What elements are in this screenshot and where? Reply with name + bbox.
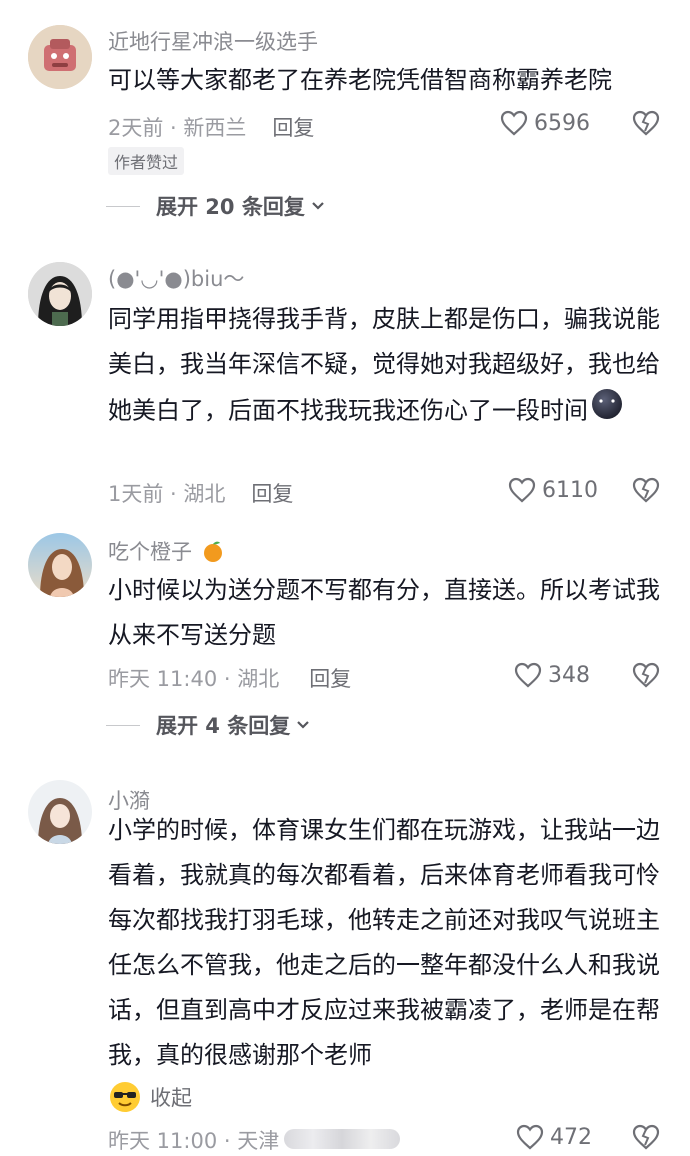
broken-heart-icon: [632, 1124, 660, 1150]
comment-item: 小漪 小学的时候，体育课女生们都在玩游戏，让我站一边看着，我就真的每次都看着，后…: [0, 0, 690, 1156]
collapse-button[interactable]: 收起: [108, 1080, 192, 1114]
like-button[interactable]: 472: [516, 1124, 592, 1150]
cool-sunglasses-emoji: [110, 1082, 140, 1112]
avatar[interactable]: [28, 780, 92, 844]
comment-meta: 昨天 11:00 · 天津: [108, 1125, 279, 1155]
time-location: 昨天 11:00 · 天津: [108, 1129, 280, 1153]
dislike-button[interactable]: [632, 1124, 660, 1154]
like-count: 472: [550, 1124, 592, 1150]
heart-icon: [516, 1124, 544, 1150]
comment-text: 小学的时候，体育课女生们都在玩游戏，让我站一边看着，我就真的每次都看着，后来体育…: [108, 816, 660, 1069]
blurred-reply-area: [284, 1129, 400, 1149]
